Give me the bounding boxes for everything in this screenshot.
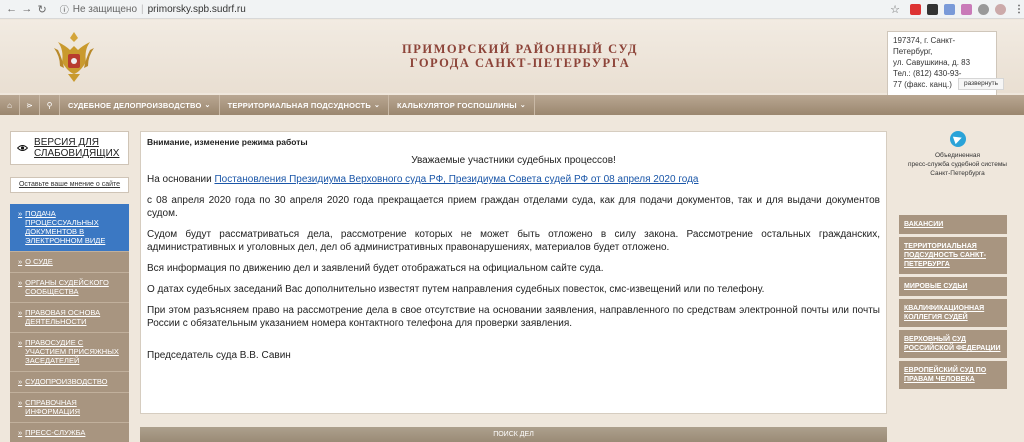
left-menu-item-legal-basis[interactable]: » Правовая основа деятельности [10, 303, 129, 333]
extension-icon[interactable] [927, 3, 938, 15]
telegram-icon[interactable] [949, 131, 966, 147]
resolution-link[interactable]: Постановления Президиума Верховного суда… [214, 174, 698, 185]
nav-item-jurisdiction[interactable]: Территориальная подсудность ⌄ [220, 95, 390, 115]
bullet-icon: » [18, 428, 23, 437]
sitemap-icon[interactable]: ⋗ [20, 95, 40, 115]
announcement-heading: Внимание, изменение режима работы [147, 137, 308, 147]
left-menu: » Подача процессуальных документов в элек… [10, 204, 129, 442]
court-title-line2: ГОРОДА САНКТ-ПЕТЕРБУРГА [409, 56, 631, 70]
bullet-icon: » [18, 398, 23, 407]
left-menu-item-press[interactable]: » Пресс-служба [10, 423, 129, 442]
right-menu-item-magistrates[interactable]: Мировые судьи [899, 277, 1007, 296]
feedback-link[interactable]: Оставьте ваше мнение о сайте [10, 177, 129, 193]
search-icon[interactable]: ⚲ [40, 95, 60, 115]
announcement-paragraph: О датах судебных заседаний Вас дополните… [147, 284, 765, 295]
left-menu-item-proceedings[interactable]: » Судопроизводство [10, 372, 129, 393]
announcement-paragraph: При этом разъясняем право на рассмотрени… [147, 305, 880, 329]
right-menu-item-spb-jurisdiction[interactable]: Территориальная подсудность Санкт-Петерб… [899, 237, 1007, 274]
coat-of-arms-icon [54, 32, 94, 82]
bullet-icon: » [18, 257, 23, 266]
nav-item-label: Судебное делопроизводство [68, 100, 202, 110]
left-menu-item-about[interactable]: » О суде [10, 252, 129, 273]
press-service-block[interactable]: Объединенная пресс-служба судебной систе… [900, 131, 1015, 178]
browser-toolbar: ← → ↻ ⓘ Не защищено | primorsky.spb.sudr… [0, 0, 1024, 19]
bullet-icon: » [18, 209, 23, 218]
left-menu-item-jury[interactable]: » Правосудие с участием присяжных заседат… [10, 333, 129, 372]
chevron-down-icon: ⌄ [204, 102, 211, 109]
left-menu-label: Пресс-служба [25, 428, 86, 437]
address-line: 197374, г. Санкт-Петербург, [893, 36, 956, 56]
top-navigation: ⌂ ⋗ ⚲ Судебное делопроизводство ⌄ Террито… [0, 95, 1024, 115]
extension-icon[interactable] [978, 3, 989, 15]
adblock-icon[interactable] [910, 3, 921, 15]
court-title-line1: ПРИМОРСКИЙ РАЙОННЫЙ СУД [401, 42, 638, 56]
case-search-button[interactable]: ПОИСК ДЕЛ [140, 427, 887, 442]
url-text: primorsky.spb.sudrf.ru [147, 3, 246, 15]
announcement-paragraph: с 08 апреля 2020 года по 30 апреля 2020 … [147, 195, 880, 219]
nav-item-fee-calculator[interactable]: Калькулятор госпошлины ⌄ [389, 95, 535, 115]
intro-prefix: На основании [147, 174, 215, 185]
bullet-icon: » [18, 338, 23, 347]
right-menu: Вакансии Территориальная подсудность Сан… [899, 215, 1007, 392]
bullet-icon: » [18, 278, 23, 287]
right-menu-item-supreme-court[interactable]: Верховный суд Российской Федерации [899, 330, 1007, 358]
bookmark-star-icon[interactable]: ☆ [890, 3, 900, 16]
site-header: ПРИМОРСКИЙ РАЙОННЫЙ СУД ГОРОДА САНКТ-ПЕТ… [0, 20, 1024, 97]
nav-item-label: Калькулятор госпошлины [397, 100, 517, 110]
address-bar[interactable]: ⓘ Не защищено | primorsky.spb.sudrf.ru [56, 2, 884, 17]
reload-icon[interactable]: ↻ [34, 3, 49, 16]
nav-item-label: Территориальная подсудность [227, 100, 371, 110]
right-menu-item-qualification-board[interactable]: Квалификационная коллегия судей [899, 299, 1007, 327]
announcement-intro: На основании Постановления Президиума Ве… [147, 173, 880, 186]
left-menu-label: Органы судейского сообщества [25, 278, 109, 296]
right-menu-item-vacancies[interactable]: Вакансии [899, 215, 1007, 234]
announcement-panel: Внимание, изменение режима работы Уважае… [140, 131, 887, 414]
forward-icon[interactable]: → [19, 3, 34, 15]
home-icon[interactable]: ⌂ [0, 95, 20, 115]
left-menu-label: Подача процессуальных документов в элект… [25, 209, 106, 245]
eye-icon [17, 145, 29, 151]
back-icon[interactable]: ← [4, 3, 19, 15]
profile-avatar[interactable] [995, 3, 1006, 15]
extension-icon[interactable] [944, 3, 955, 15]
security-label: Не защищено [72, 3, 138, 15]
chevron-down-icon: ⌄ [373, 102, 381, 109]
left-menu-label: Справочная информация [25, 398, 81, 416]
announcement-signature: Председатель суда В.В. Савин [147, 350, 291, 361]
left-menu-label: Правовая основа деятельности [25, 308, 101, 326]
left-menu-item-reference[interactable]: » Справочная информация [10, 393, 129, 423]
announcement-paragraph: Судом будут рассматриваться дела, рассмо… [147, 229, 880, 253]
left-menu-label: Судопроизводство [25, 377, 108, 386]
right-menu-item-echr[interactable]: Европейский суд по правам человека [899, 361, 1007, 389]
low-vision-label: ВЕРСИЯ ДЛЯ СЛАБОВИДЯЩИХ [34, 137, 120, 159]
press-line: пресс-служба судебной системы [908, 161, 1007, 168]
omnibox-separator: | [141, 3, 144, 15]
extensions-bar [910, 3, 1006, 15]
left-menu-label: Правосудие с участием присяжных заседате… [25, 338, 119, 365]
left-menu-item-e-filing[interactable]: » Подача процессуальных документов в элек… [10, 204, 129, 252]
menu-kebab-icon[interactable]: ⋮ [1014, 4, 1024, 15]
info-icon[interactable]: ⓘ [60, 3, 69, 16]
nav-item-case-proceedings[interactable]: Судебное делопроизводство ⌄ [60, 95, 220, 115]
expand-button[interactable]: развернуть [958, 78, 1004, 90]
press-line: Санкт-Петербурга [930, 170, 985, 177]
announcement-paragraph: Вся информация по движению дел и заявлен… [147, 263, 604, 274]
press-line: Объединенная [934, 152, 981, 159]
low-vision-version-button[interactable]: ВЕРСИЯ ДЛЯ СЛАБОВИДЯЩИХ [10, 131, 129, 165]
bullet-icon: » [18, 377, 23, 386]
announcement-greeting: Уважаемые участники судебных процессов! [411, 155, 616, 166]
left-menu-label: О суде [25, 257, 53, 266]
bullet-icon: » [18, 308, 23, 317]
chevron-down-icon: ⌄ [519, 102, 526, 109]
address-line: ул. Савушкина, д. 83 [893, 58, 971, 67]
instagram-icon[interactable] [961, 3, 972, 15]
court-title: ПРИМОРСКИЙ РАЙОННЫЙ СУД ГОРОДА САНКТ-ПЕТ… [320, 42, 720, 70]
left-menu-item-judicial-bodies[interactable]: » Органы судейского сообщества [10, 273, 129, 303]
